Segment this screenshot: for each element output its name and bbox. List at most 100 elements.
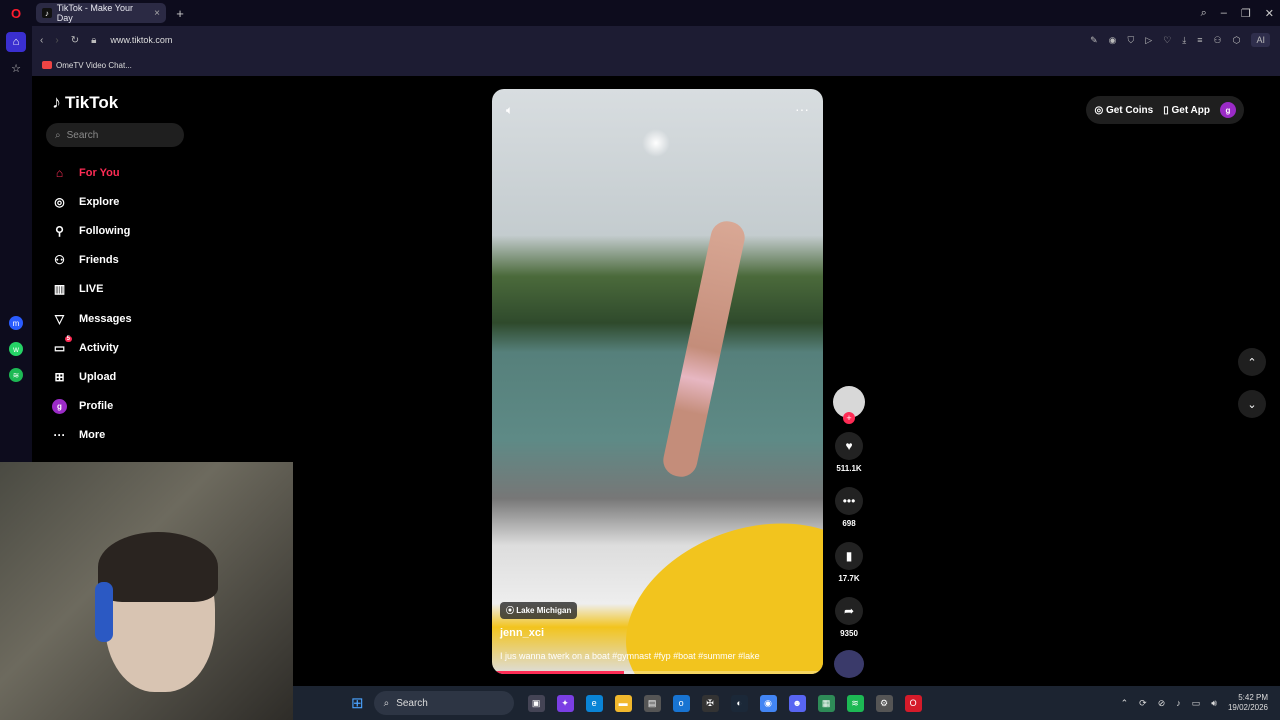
- taskbar-search[interactable]: ⌕ Search: [373, 691, 514, 715]
- video-progress-fill: [492, 671, 625, 674]
- ai-button[interactable]: AI: [1251, 33, 1270, 47]
- sidebar-item-profile[interactable]: g Profile: [52, 392, 132, 421]
- location-tag[interactable]: ⦿ Lake Michigan: [500, 602, 578, 619]
- bookmarks-bar: OmeTV Video Chat...: [32, 54, 1280, 76]
- sidebar-item-label: Explore: [79, 195, 120, 208]
- close-tab-icon[interactable]: ×: [154, 8, 160, 19]
- sidebar-item-friends[interactable]: ⚇ Friends: [52, 246, 132, 275]
- sidebar-item-messages[interactable]: ▽ Messages: [52, 304, 132, 333]
- creator-avatar[interactable]: +: [833, 386, 865, 424]
- profile-icon[interactable]: ⚇: [1214, 35, 1222, 46]
- app-icon[interactable]: ▦: [817, 694, 835, 712]
- sync-icon[interactable]: ⟳: [1139, 698, 1147, 709]
- home-icon: ⌂: [55, 165, 64, 180]
- shield-icon[interactable]: ⛉: [1128, 35, 1135, 46]
- get-coins-button[interactable]: ◎ Get Coins: [1094, 105, 1153, 116]
- avatar[interactable]: g: [1220, 102, 1236, 118]
- edit-icon[interactable]: ✎: [1090, 35, 1098, 46]
- sidebar-item-activity[interactable]: ▭ 5 Activity: [52, 333, 132, 362]
- network-icon[interactable]: ▭: [1192, 698, 1201, 709]
- clock[interactable]: 5:42 PM 19/02/2026: [1228, 693, 1268, 713]
- extensions-icon[interactable]: ⬡: [1233, 35, 1241, 46]
- music-disc-avatar[interactable]: [834, 650, 864, 678]
- chevron-up-icon[interactable]: ⌃: [1121, 698, 1129, 709]
- video-player[interactable]: 🔈︎ ··· ⦿ Lake Michigan jenn_xci I jus wa…: [492, 89, 823, 674]
- bookmark-item[interactable]: OmeTV Video Chat...: [56, 61, 132, 70]
- opera-icon[interactable]: O: [904, 694, 922, 712]
- save-button[interactable]: ▮ 17.7K: [835, 542, 863, 583]
- spotify-icon[interactable]: ≋: [846, 694, 864, 712]
- mute-icon[interactable]: ⊘: [1158, 698, 1166, 709]
- get-app-button[interactable]: ▯ Get App: [1163, 105, 1210, 116]
- sidebar-item-live[interactable]: ▥ LIVE: [52, 275, 132, 304]
- video-author[interactable]: jenn_xci: [500, 627, 544, 639]
- chrome-icon[interactable]: ◉: [759, 694, 777, 712]
- home-icon[interactable]: ⌂: [6, 32, 26, 52]
- edge-icon[interactable]: e: [585, 694, 603, 712]
- forward-button[interactable]: ›: [55, 35, 58, 46]
- settings-icon[interactable]: ⚙: [875, 694, 893, 712]
- sidebar-item-more[interactable]: ··· More: [52, 421, 132, 450]
- spotify-icon[interactable]: ≋: [9, 368, 23, 382]
- sidebar-item-upload[interactable]: ⊞ Upload: [52, 362, 132, 391]
- live-icon: ▥: [53, 282, 66, 297]
- sidebar-item-label: For You: [79, 166, 120, 179]
- steam-icon[interactable]: ◐: [730, 694, 748, 712]
- close-window-button[interactable]: ✕: [1265, 7, 1274, 20]
- browser-tab-bar: O ♪ TikTok - Make Your Day × + ⌕ – ❐ ✕: [0, 0, 1280, 26]
- video-progress-bar[interactable]: [492, 671, 823, 674]
- menu-icon[interactable]: ≡: [1197, 35, 1202, 45]
- save-count: 17.7K: [838, 574, 860, 583]
- store-icon[interactable]: ▤: [643, 694, 661, 712]
- outlook-icon[interactable]: o: [672, 694, 690, 712]
- file-explorer-icon[interactable]: ▬: [614, 694, 632, 712]
- upload-icon: ⊞: [54, 369, 65, 384]
- minimize-button[interactable]: –: [1221, 7, 1227, 19]
- clock-date: 19/02/2026: [1227, 703, 1268, 712]
- discord-icon[interactable]: ☻: [788, 694, 806, 712]
- share-count: 9350: [840, 629, 858, 638]
- follow-plus-icon[interactable]: +: [843, 412, 855, 424]
- share-button[interactable]: ➦ 9350: [835, 597, 863, 638]
- search-input[interactable]: ⌕ Search: [46, 123, 184, 147]
- url-field[interactable]: www.tiktok.com: [110, 35, 172, 45]
- tiktok-note-icon: ♪: [52, 92, 61, 112]
- volume-icon[interactable]: 🔊︎: [1211, 698, 1217, 709]
- download-icon[interactable]: ⤓: [1182, 35, 1186, 46]
- sidebar-item-for-you[interactable]: ⌂ For You: [52, 158, 132, 187]
- messenger-icon[interactable]: m: [9, 316, 23, 330]
- comment-button[interactable]: ••• 698: [835, 487, 863, 528]
- window-controls: ⌕ – ❐ ✕: [1201, 0, 1274, 26]
- volume-icon[interactable]: 🔈︎: [506, 103, 513, 118]
- tiktok-logo[interactable]: ♪ TikTok: [52, 92, 118, 113]
- whatsapp-icon[interactable]: w: [9, 342, 23, 356]
- camera-icon[interactable]: ◉: [1109, 35, 1117, 46]
- chevron-down-icon: ⌄: [1247, 398, 1257, 411]
- copilot-icon[interactable]: ✦: [556, 694, 574, 712]
- heart-icon[interactable]: ♡: [1163, 35, 1171, 46]
- opera-logo-icon[interactable]: O: [0, 0, 32, 26]
- search-tabs-icon[interactable]: ⌕: [1201, 7, 1207, 20]
- task-view-icon[interactable]: ▣: [527, 694, 545, 712]
- sidebar-item-following[interactable]: ⚲ Following: [52, 216, 132, 245]
- browser-tab[interactable]: ♪ TikTok - Make Your Day ×: [36, 3, 166, 23]
- more-options-icon[interactable]: ···: [795, 101, 809, 117]
- like-button[interactable]: ♥ 511.1K: [835, 432, 863, 473]
- bookmark-icon: ▮: [835, 542, 863, 570]
- sidebar-item-explore[interactable]: ◎ Explore: [52, 187, 132, 216]
- send-icon: ▽: [54, 311, 65, 326]
- prev-video-button[interactable]: ⌃: [1238, 348, 1266, 376]
- search-icon: ⌕: [383, 697, 390, 709]
- windows-start-icon[interactable]: ⊞: [351, 694, 364, 712]
- mic-icon[interactable]: ♪: [1176, 698, 1181, 708]
- back-button[interactable]: ‹: [40, 35, 43, 46]
- restore-button[interactable]: ❐: [1241, 7, 1251, 20]
- logo-text: TikTok: [65, 92, 119, 112]
- game-icon[interactable]: ✠: [701, 694, 719, 712]
- next-video-button[interactable]: ⌄: [1238, 390, 1266, 418]
- windows-taskbar: ⊞ ⌕ Search ▣ ✦ e ▬ ▤ o ✠ ◐ ◉ ☻ ▦ ≋ ⚙ O ⌃…: [293, 686, 1280, 720]
- play-icon[interactable]: ▷: [1145, 35, 1152, 46]
- reload-button[interactable]: ↻: [71, 35, 79, 46]
- star-icon[interactable]: ☆: [6, 58, 26, 78]
- new-tab-button[interactable]: +: [170, 3, 190, 23]
